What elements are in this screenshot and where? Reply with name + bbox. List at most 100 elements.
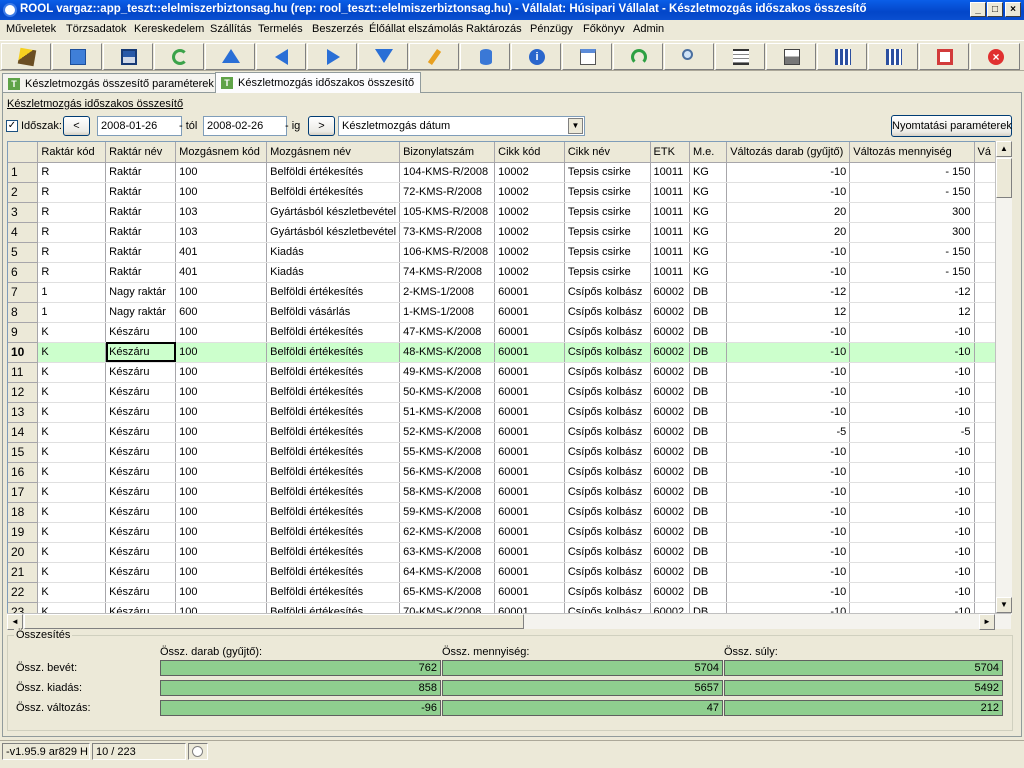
cell-change-quantity[interactable]: - 150 [849,242,975,263]
column-header-etk[interactable]: ETK [650,142,690,163]
cell-change-quantity[interactable]: - 150 [849,182,975,203]
cell-unit[interactable]: DB [689,402,728,423]
cell-item-name[interactable]: Csípős kolbász [564,462,651,483]
cell-movement-code[interactable]: 103 [175,222,268,243]
column-header-change-quantity[interactable]: Változás mennyiség [849,142,975,163]
horizontal-scrollbar[interactable]: ◄ ► [7,613,1011,630]
open-button[interactable] [52,43,102,70]
cell-warehouse-code[interactable]: R [37,202,107,223]
cell-change-quantity[interactable]: -12 [849,282,975,303]
cell-change-count[interactable]: 20 [726,202,851,223]
previous-button[interactable] [256,43,306,70]
cell-change-quantity[interactable]: 12 [849,302,975,323]
table-row[interactable]: 14 K Készáru 100 Belföldi értékesítés 52-KMS-… [8,422,1010,443]
cell-movement-code[interactable]: 100 [175,382,268,403]
cell-change-quantity[interactable]: -10 [849,442,975,463]
menu-termeles[interactable]: Termelés [258,23,303,35]
close-window-button[interactable]: × [1005,2,1021,17]
cell-document-number[interactable]: 47-KMS-K/2008 [399,322,496,343]
cell-warehouse-code[interactable]: R [37,222,107,243]
cell-unit[interactable]: KG [689,202,728,223]
column-header-item-name[interactable]: Cikk név [564,142,651,163]
menu-muveletek[interactable]: Műveletek [6,23,56,35]
menu-szallitas[interactable]: Szállítás [210,23,252,35]
cell-warehouse-name[interactable]: Készáru [105,482,177,503]
cell-movement-name[interactable]: Belföldi értékesítés [266,422,401,443]
cell-item-name[interactable]: Csípős kolbász [564,282,651,303]
column-header-movement-name[interactable]: Mozgásnem név [266,142,401,163]
cell-movement-code[interactable]: 100 [175,462,268,483]
menu-admin[interactable]: Admin [633,23,664,35]
save-button[interactable] [103,43,153,70]
exit-button[interactable]: × [970,43,1020,70]
cell-change-count[interactable]: -10 [726,462,851,483]
from-date-input[interactable]: 2008-01-26 [97,116,182,136]
cell-warehouse-name[interactable]: Nagy raktár [105,282,177,303]
cell-item-code[interactable]: 60001 [494,282,565,303]
period-checkbox[interactable]: ✓ [6,120,18,132]
cell-document-number[interactable]: 73-KMS-R/2008 [399,222,496,243]
first-button[interactable] [205,43,255,70]
prev-period-button[interactable]: < [63,116,90,136]
cell-item-code[interactable]: 60001 [494,582,565,603]
scroll-down-button[interactable]: ▼ [996,597,1012,613]
cell-item-name[interactable]: Csípős kolbász [564,562,651,583]
cell-unit[interactable]: DB [689,362,728,383]
print-button[interactable] [766,43,816,70]
cell-etk[interactable]: 60002 [650,382,690,403]
cell-change-count[interactable]: -10 [726,182,851,203]
cell-unit[interactable]: DB [689,502,728,523]
wizard-button[interactable] [1,43,51,70]
cell-movement-code[interactable]: 100 [175,482,268,503]
cell-etk[interactable]: 60002 [650,442,690,463]
cell-item-name[interactable]: Csípős kolbász [564,302,651,323]
cell-movement-code[interactable]: 100 [175,162,268,183]
cell-document-number[interactable]: 56-KMS-K/2008 [399,462,496,483]
cell-unit[interactable]: DB [689,522,728,543]
cell-movement-code[interactable]: 100 [175,362,268,383]
cell-change-count[interactable]: -10 [726,542,851,563]
cell-item-code[interactable]: 60001 [494,402,565,423]
cell-item-code[interactable]: 60001 [494,302,565,323]
cell-warehouse-code[interactable]: K [37,502,107,523]
cell-etk[interactable]: 60002 [650,462,690,483]
cell-change-quantity[interactable]: -10 [849,522,975,543]
cell-warehouse-code[interactable]: K [37,362,107,383]
cell-etk[interactable]: 60002 [650,562,690,583]
cell-document-number[interactable]: 48-KMS-K/2008 [399,342,496,363]
cell-warehouse-name[interactable]: Raktár [105,242,177,263]
chevron-down-icon[interactable]: ▼ [568,118,583,134]
menu-torzsadatok[interactable]: Törzsadatok [66,23,127,35]
table-row[interactable]: 22 K Készáru 100 Belföldi értékesítés 65-KMS-… [8,582,1010,603]
cell-warehouse-code[interactable]: K [37,562,107,583]
cell-etk[interactable]: 60002 [650,402,690,423]
cell-movement-name[interactable]: Belföldi értékesítés [266,442,401,463]
table-row[interactable]: 13 K Készáru 100 Belföldi értékesítés 51-KMS-… [8,402,1010,423]
cell-item-name[interactable]: Csípős kolbász [564,422,651,443]
cell-warehouse-name[interactable]: Készáru [105,382,177,403]
cell-warehouse-name[interactable]: Készáru [105,582,177,603]
table-row[interactable]: 1 R Raktár 100 Belföldi értékesítés 104-KMS-R… [8,162,1010,183]
cell-unit[interactable]: DB [689,562,728,583]
cell-movement-name[interactable]: Gyártásból készletbevétel [266,202,401,223]
cell-change-quantity[interactable]: 300 [849,222,975,243]
cell-item-name[interactable]: Csípős kolbász [564,342,651,363]
cell-warehouse-code[interactable]: K [37,482,107,503]
cell-document-number[interactable]: 52-KMS-K/2008 [399,422,496,443]
cell-movement-name[interactable]: Belföldi értékesítés [266,522,401,543]
cell-change-count[interactable]: -10 [726,482,851,503]
cell-warehouse-code[interactable]: K [37,462,107,483]
cell-movement-name[interactable]: Belföldi értékesítés [266,182,401,203]
table-row[interactable]: 16 K Készáru 100 Belföldi értékesítés 56-KMS-… [8,462,1010,483]
cell-item-name[interactable]: Tepsis csirke [564,182,651,203]
cell-warehouse-code[interactable]: K [37,582,107,603]
cell-movement-code[interactable]: 103 [175,202,268,223]
cell-document-number[interactable]: 55-KMS-K/2008 [399,442,496,463]
cell-movement-code[interactable]: 600 [175,302,268,323]
cell-unit[interactable]: DB [689,462,728,483]
cell-change-count[interactable]: -10 [726,562,851,583]
cell-etk[interactable]: 10011 [650,242,690,263]
cell-change-count[interactable]: -10 [726,502,851,523]
cell-item-code[interactable]: 60001 [494,562,565,583]
cell-unit[interactable]: KG [689,162,728,183]
